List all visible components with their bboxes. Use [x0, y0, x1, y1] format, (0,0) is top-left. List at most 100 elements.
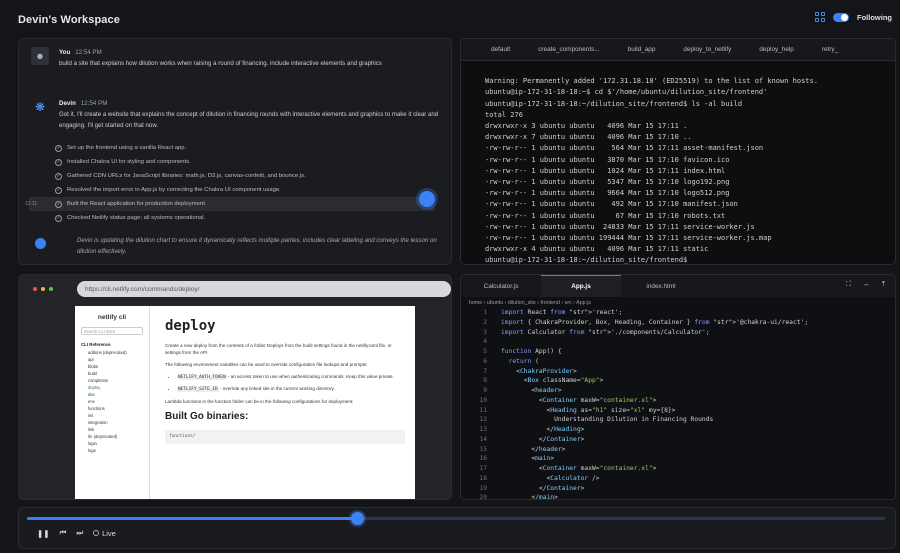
section-heading: Built Go binaries: [165, 411, 249, 422]
line-number: 16 [479, 455, 487, 463]
code-line[interactable]: 3 import Calculator from "str">'./compone… [461, 328, 895, 338]
terminal-line: drwxrwxr-x 4 ubuntu ubuntu 4096 Mar 15 1… [485, 245, 709, 254]
code-line[interactable]: 20 </main> [461, 493, 895, 499]
docs-search-input[interactable]: Search CLI docs [81, 327, 143, 335]
code-line[interactable]: 16 <main> [461, 454, 895, 464]
line-number: 6 [483, 357, 487, 365]
check-icon: ✓ [55, 172, 62, 180]
step-text: Installed Chakra UI for styling and comp… [67, 159, 191, 165]
terminal-tab[interactable]: deploy_help [745, 39, 807, 60]
step-item[interactable]: ✓ Resolved the import error in App.js by … [55, 183, 435, 197]
code-text: import React from "str">'react'; [501, 309, 623, 316]
diff-icon[interactable]: ↔ [863, 281, 870, 289]
step-item[interactable]: ✓ Set up the frontend using a vanilla Rea… [55, 141, 435, 155]
pause-icon[interactable]: ❚❚ [37, 529, 50, 538]
terminal-line: -rw-rw-r-- 1 ubuntu ubuntu 9664 Mar 15 1… [485, 189, 730, 198]
sidebar-item[interactable]: integration [81, 419, 143, 426]
sidebar-item[interactable]: blobs [81, 363, 143, 370]
cursor-indicator [419, 191, 435, 207]
expand-icon[interactable]: ⛶ [846, 281, 851, 289]
sidebar-item[interactable]: link [81, 426, 143, 433]
line-number: 2 [483, 318, 487, 326]
code-line[interactable]: 17 <Container maxW="container.xl"> [461, 464, 895, 474]
line-number: 14 [479, 435, 487, 443]
terminal-tab[interactable]: deploy_to_netlify [669, 39, 745, 60]
sidebar-item[interactable]: dev [81, 391, 143, 398]
terminal-output[interactable]: Warning: Permanently added '172.31.18.18… [461, 61, 895, 265]
code-line[interactable]: 1 import React from "str">'react'; [461, 308, 895, 318]
sidebar-item[interactable]: build [81, 370, 143, 377]
code-line[interactable]: 2 import { ChakraProvider, Box, Heading, … [461, 318, 895, 328]
browser-panel: https://cli.netlify.com/commands/deploy/… [18, 274, 452, 500]
code-line[interactable]: 5 function App() { [461, 347, 895, 357]
url-bar[interactable]: https://cli.netlify.com/commands/deploy/ [77, 281, 451, 297]
line-number: 1 [483, 309, 487, 316]
terminal-tab[interactable]: create_components... [524, 39, 613, 60]
timeline-track[interactable] [27, 512, 885, 525]
code-line[interactable]: 9 <header> [461, 386, 895, 396]
terminal-line: -rw-rw-r-- 1 ubuntu ubuntu 199444 Mar 15… [485, 234, 772, 243]
timeline-handle[interactable] [351, 512, 365, 525]
code-inline: NETLIFY_AUTH_TOKEN [177, 375, 227, 380]
sidebar-item[interactable]: functions [81, 405, 143, 412]
line-number: 11 [479, 406, 487, 414]
docs-sidebar: netlify cli Search CLI docs CLI Referenc… [75, 306, 150, 499]
line-number: 10 [479, 396, 487, 404]
code-line[interactable]: 10 <Container maxW="container.xl"> [461, 396, 895, 406]
code-line[interactable]: 11 <Heading as="h1" size="xl" my={8}> [461, 406, 895, 416]
step-item-highlighted[interactable]: 13:11 ✓ Built the React application for pr… [25, 197, 435, 211]
editor-actions: ⛶ ↔ ⤒ [846, 281, 885, 289]
code-line[interactable]: 4 [461, 337, 895, 347]
check-icon: ✓ [55, 200, 62, 208]
user-name: You [59, 49, 71, 56]
sidebar-item[interactable]: lm (deprecated) [81, 433, 143, 440]
code-line[interactable]: 13 </Heading> [461, 425, 895, 435]
tab-calculator[interactable]: Calculator.js [461, 275, 541, 297]
check-icon: ✓ [55, 214, 62, 222]
maximize-dot-icon[interactable] [49, 287, 53, 291]
code-line[interactable]: 15 </header> [461, 445, 895, 455]
tab-index[interactable]: index.html [621, 275, 701, 297]
live-button[interactable]: Live [93, 529, 116, 538]
tab-app[interactable]: App.js [541, 275, 621, 297]
step-item[interactable]: ✓ Installed Chakra UI for styling and com… [55, 155, 435, 169]
browser-viewport[interactable]: netlify cli Search CLI docs CLI Referenc… [75, 306, 415, 499]
code-line[interactable]: 8 <Box className="App"> [461, 376, 895, 386]
terminal-line: ubuntu@ip-172-31-18-18:~/dilution_site/f… [485, 256, 688, 265]
upload-icon[interactable]: ⤒ [882, 281, 885, 289]
terminal-tab[interactable]: default [461, 39, 524, 60]
minimize-dot-icon[interactable] [41, 287, 45, 291]
terminal-tab[interactable]: retry_ [808, 39, 852, 60]
code-line[interactable]: 12 Understanding Dilution in Financing R… [461, 415, 895, 425]
code-view[interactable]: 1 import React from "str">'react'; 2 import… [461, 308, 895, 499]
step-text: Built the React application for producti… [67, 201, 207, 207]
code-line[interactable]: 18 <Calculator /> [461, 474, 895, 484]
netlify-logo[interactable]: netlify cli [81, 314, 143, 321]
terminal-line: -rw-rw-r-- 1 ubuntu ubuntu 492 Mar 15 17… [485, 200, 738, 209]
user-message: ☻ You 12:54 PM build a site that explains… [31, 47, 441, 69]
sidebar-item[interactable]: addons (deprecated) [81, 349, 143, 356]
step-item[interactable]: ✓ Checked Netlify status page; all system… [55, 211, 435, 225]
sidebar-item[interactable]: completion [81, 377, 143, 384]
sidebar-item[interactable]: env [81, 398, 143, 405]
code-line[interactable]: 6 return ( [461, 357, 895, 367]
live-icon [93, 530, 100, 536]
skip-back-icon[interactable]: ⏮ [60, 528, 67, 538]
close-dot-icon[interactable] [33, 287, 37, 291]
workspace-title: Devin's Workspace [18, 14, 120, 26]
code-text: </Container> [501, 435, 585, 443]
list-item-text: - an access token to use when authentica… [226, 374, 394, 379]
sidebar-item[interactable]: api [81, 356, 143, 363]
terminal-tab[interactable]: build_app [614, 39, 670, 60]
skip-forward-icon[interactable]: ⏭ [76, 528, 83, 538]
sidebar-item[interactable]: login [81, 440, 143, 447]
code-line[interactable]: 19 </Container> [461, 484, 895, 494]
sidebar-item[interactable]: init [81, 412, 143, 419]
follow-toggle[interactable] [833, 12, 849, 22]
sidebar-item[interactable]: logs [81, 447, 143, 454]
sidebar-item-active[interactable]: deploy [81, 384, 143, 391]
code-line[interactable]: 14 </Container> [461, 435, 895, 445]
code-line[interactable]: 7 <ChakraProvider> [461, 367, 895, 377]
step-item[interactable]: ✓ Gathered CDN URLs for JavaScript librar… [55, 169, 435, 183]
layout-grid-icon[interactable] [815, 12, 825, 22]
